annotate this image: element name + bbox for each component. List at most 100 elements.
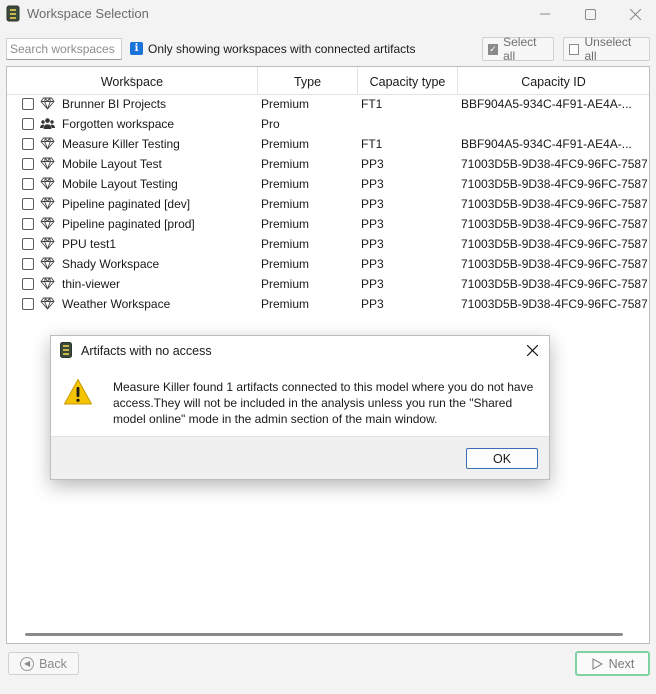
table-row[interactable]: Brunner BI Projects Premium FT1 BBF904A5-93… [7, 94, 649, 114]
dialog-title: Artifacts with no access [81, 344, 212, 358]
cell-name: Mobile Layout Test [62, 157, 162, 171]
cell-capacity-type: PP3 [361, 177, 384, 191]
ok-button[interactable]: OK [466, 448, 538, 469]
table-row[interactable]: Mobile Layout Test Premium PP3 71003D5B-9D3… [7, 154, 649, 174]
table-row[interactable]: Weather Workspace Premium PP3 71003D5B-9D38… [7, 294, 649, 314]
horizontal-scrollbar[interactable] [25, 633, 623, 636]
warning-icon [64, 379, 92, 405]
diamond-icon [40, 237, 55, 250]
diamond-icon [40, 137, 55, 150]
row-checkbox[interactable] [22, 278, 34, 290]
diamond-icon [40, 257, 55, 270]
table-row[interactable]: Shady Workspace Premium PP3 71003D5B-9D38-4… [7, 254, 649, 274]
info-text: Only showing workspaces with connected a… [148, 42, 416, 56]
cell-type: Premium [261, 257, 310, 271]
cell-capacity-id: BBF904A5-934C-4F91-AE4A-... [461, 97, 632, 111]
table-row[interactable]: PPU test1 Premium PP3 71003D5B-9D38-4FC9-96… [7, 234, 649, 254]
table-row[interactable]: Forgotten workspace Pro [7, 114, 649, 134]
close-icon [629, 8, 641, 20]
app-logo-icon [60, 342, 72, 358]
search-input[interactable] [6, 38, 122, 60]
dialog-message: Measure Killer found 1 artifacts connect… [113, 380, 534, 426]
row-checkbox[interactable] [22, 138, 34, 150]
checked-checkbox-icon: ✓ [488, 43, 499, 55]
cell-capacity-type: PP3 [361, 277, 384, 291]
cell-capacity-id: 71003D5B-9D38-4FC9-96FC-7587E... [461, 257, 647, 271]
cell-capacity-id: 71003D5B-9D38-4FC9-96FC-7587E... [461, 177, 647, 191]
table-row[interactable]: thin-viewer Premium PP3 71003D5B-9D38-4FC9-… [7, 274, 649, 294]
column-header-type[interactable]: Type [258, 67, 358, 95]
close-window-button[interactable] [612, 0, 656, 28]
diamond-icon [40, 197, 55, 210]
diamond-icon [40, 177, 55, 190]
minimize-button[interactable] [522, 0, 568, 28]
cell-type: Premium [261, 177, 310, 191]
arrow-left-icon: ◀ [20, 656, 35, 671]
play-arrow-icon [592, 657, 603, 670]
column-header-capacity-type[interactable]: Capacity type [358, 67, 458, 95]
cell-capacity-id: 71003D5B-9D38-4FC9-96FC-7587E... [461, 297, 647, 311]
diamond-icon [40, 97, 55, 110]
cell-name: Measure Killer Testing [62, 137, 180, 151]
dialog-footer: OK [51, 436, 549, 479]
table-row[interactable]: Measure Killer Testing Premium FT1 BBF904A5… [7, 134, 649, 154]
table-header: ^ Workspace Type Capacity type Capacity … [7, 67, 649, 95]
cell-capacity-type: PP3 [361, 197, 384, 211]
next-button[interactable]: Next [575, 651, 650, 676]
select-all-button[interactable]: ✓ Select all [482, 35, 554, 63]
row-checkbox[interactable] [22, 218, 34, 230]
next-label: Next [608, 656, 635, 671]
row-checkbox[interactable] [22, 298, 34, 310]
cell-name: thin-viewer [62, 277, 121, 291]
artifacts-no-access-dialog: Artifacts with no access Measure Killer … [50, 335, 550, 480]
table-row[interactable]: Pipeline paginated [dev] Premium PP3 71003D… [7, 194, 649, 214]
unselect-all-button[interactable]: Unselect all [563, 35, 650, 63]
people-icon [40, 117, 55, 130]
row-checkbox[interactable] [22, 158, 34, 170]
cell-name: Shady Workspace [62, 257, 160, 271]
info-icon: i [130, 42, 143, 55]
cell-capacity-id: 71003D5B-9D38-4FC9-96FC-7587E... [461, 237, 647, 251]
cell-capacity-id: BBF904A5-934C-4F91-AE4A-... [461, 137, 632, 151]
diamond-icon [40, 277, 55, 290]
table-row[interactable]: Mobile Layout Testing Premium PP3 71003D5B-… [7, 174, 649, 194]
ok-label: OK [492, 451, 512, 466]
cell-name: Pipeline paginated [dev] [62, 197, 191, 211]
back-button[interactable]: ◀ Back [8, 652, 79, 675]
diamond-icon [40, 297, 55, 310]
column-header-workspace[interactable]: ^ Workspace [7, 67, 258, 95]
cell-type: Premium [261, 137, 310, 151]
unchecked-checkbox-icon [569, 43, 580, 55]
cell-capacity-type: PP3 [361, 157, 384, 171]
cell-name: Pipeline paginated [prod] [62, 217, 195, 231]
row-checkbox[interactable] [22, 238, 34, 250]
row-checkbox[interactable] [22, 178, 34, 190]
cell-capacity-id: 71003D5B-9D38-4FC9-96FC-7587E... [461, 157, 647, 171]
cell-capacity-type: PP3 [361, 217, 384, 231]
cell-type: Premium [261, 97, 310, 111]
cell-type: Premium [261, 237, 310, 251]
cell-capacity-type: PP3 [361, 237, 384, 251]
cell-capacity-id: 71003D5B-9D38-4FC9-96FC-7587E... [461, 197, 647, 211]
diamond-icon [40, 217, 55, 230]
table-row[interactable]: Pipeline paginated [prod] Premium PP3 71003… [7, 214, 649, 234]
row-checkbox[interactable] [22, 98, 34, 110]
unselect-all-label: Unselect all [584, 35, 632, 63]
dialog-close-button[interactable] [521, 339, 543, 361]
column-header-capacity-id[interactable]: Capacity ID [458, 67, 649, 95]
back-label: Back [39, 656, 67, 671]
close-icon [526, 344, 538, 356]
cell-name: Brunner BI Projects [62, 97, 167, 111]
cell-type: Pro [261, 117, 280, 131]
maximize-button[interactable] [567, 0, 613, 28]
title-bar: Workspace Selection [0, 0, 656, 28]
cell-name: Weather Workspace [62, 297, 171, 311]
row-checkbox[interactable] [22, 118, 34, 130]
cell-capacity-id: 71003D5B-9D38-4FC9-96FC-7587E... [461, 277, 647, 291]
cell-capacity-type: PP3 [361, 257, 384, 271]
row-checkbox[interactable] [22, 198, 34, 210]
cell-type: Premium [261, 297, 310, 311]
diamond-icon [40, 157, 55, 170]
row-checkbox[interactable] [22, 258, 34, 270]
cell-name: PPU test1 [62, 237, 117, 251]
